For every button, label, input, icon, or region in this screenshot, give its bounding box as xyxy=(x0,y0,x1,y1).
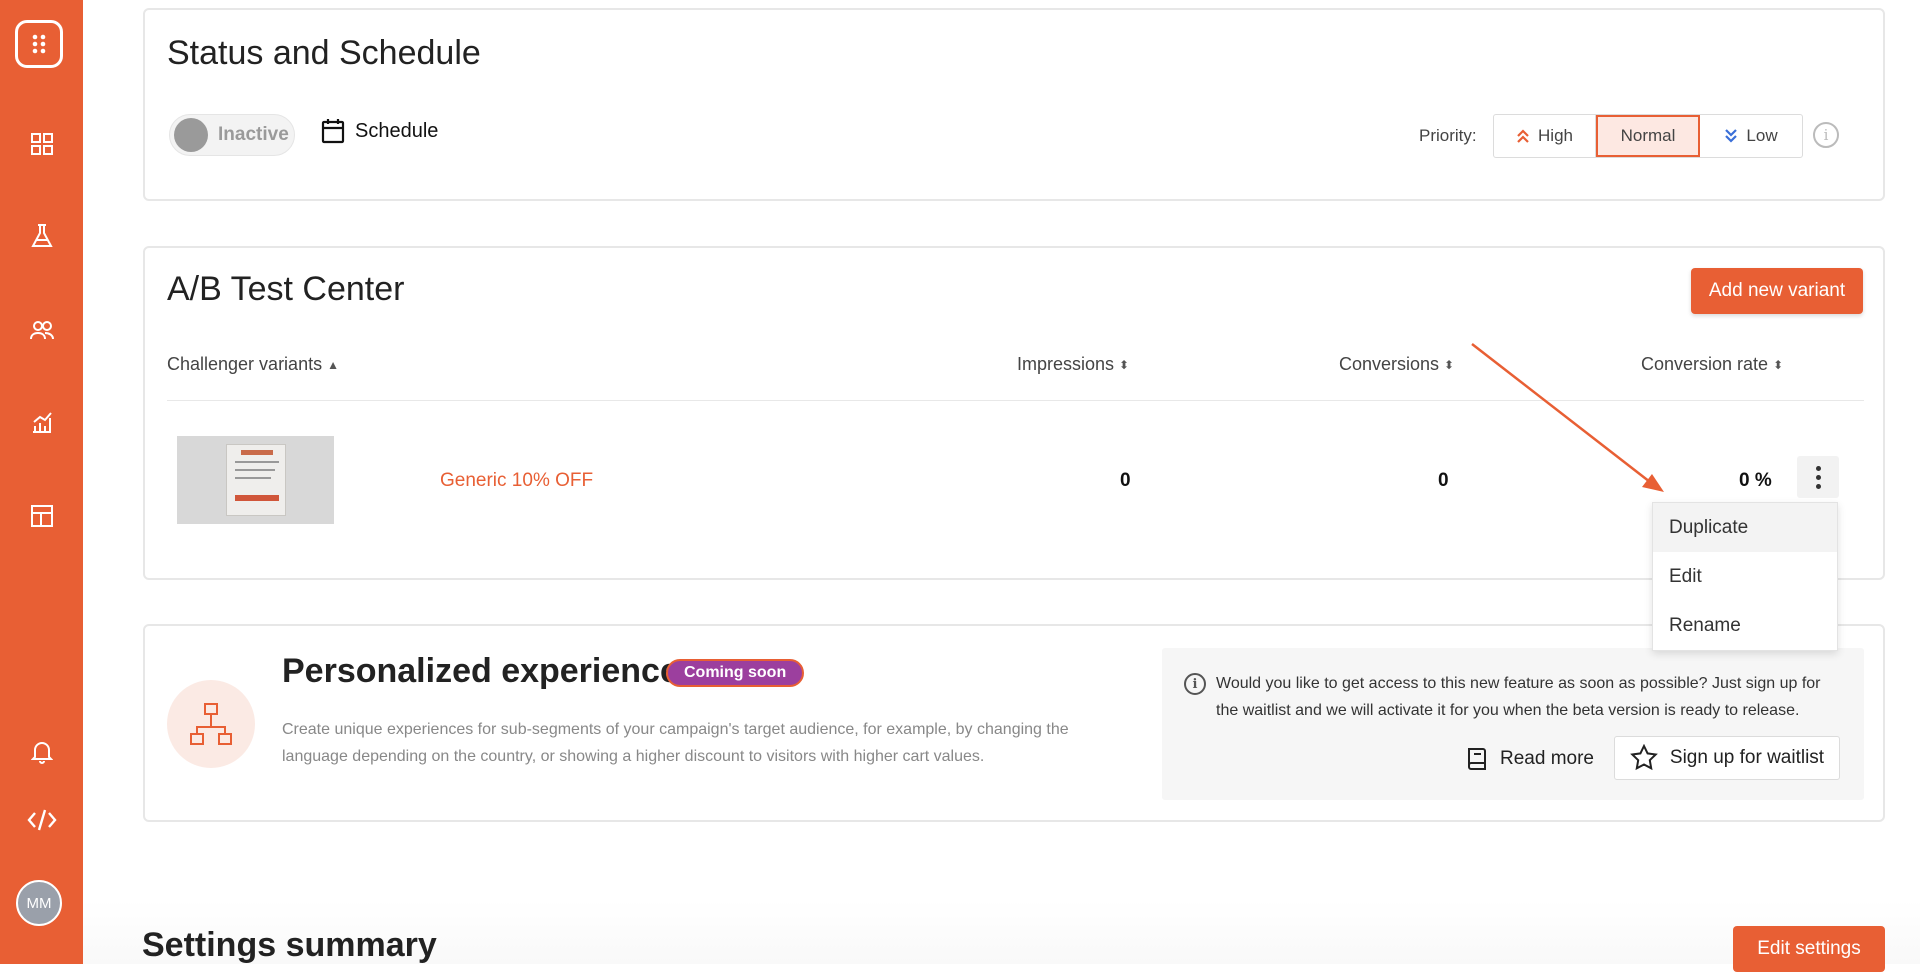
variant-options-menu: Duplicate Edit Rename xyxy=(1652,502,1838,651)
double-chevron-up-icon xyxy=(1517,129,1529,143)
conversions-value: 0 xyxy=(1438,470,1449,491)
settings-title: Settings summary xyxy=(142,926,437,964)
priority-normal-label: Normal xyxy=(1620,126,1676,145)
logo-icon[interactable] xyxy=(15,20,63,68)
analytics-icon[interactable] xyxy=(0,402,83,442)
waitlist-button[interactable]: Sign up for waitlist xyxy=(1614,736,1840,780)
personalized-title: Personalized experiences xyxy=(282,652,698,690)
waitlist-text: Would you like to get access to this new… xyxy=(1216,675,1821,719)
priority-normal-button[interactable]: Normal xyxy=(1596,115,1700,157)
column-challenger-label: Challenger variants xyxy=(167,354,323,374)
code-icon[interactable] xyxy=(0,800,83,840)
calendar-icon xyxy=(321,119,345,144)
star-icon xyxy=(1630,744,1658,771)
book-icon xyxy=(1468,748,1486,770)
add-variant-button[interactable]: Add new variant xyxy=(1691,268,1863,314)
popup-preview xyxy=(225,444,286,516)
column-impressions-label: Impressions xyxy=(1017,354,1115,374)
active-toggle[interactable]: Inactive xyxy=(169,114,295,156)
priority-low-button[interactable]: Low xyxy=(1700,115,1802,157)
ab-test-card: A/B Test Center Add new variant Challeng… xyxy=(143,246,1885,580)
waitlist-panel: i Would you like to get access to this n… xyxy=(1162,648,1864,800)
more-options-icon[interactable] xyxy=(1797,456,1839,498)
read-more-button[interactable]: Read more xyxy=(1466,738,1594,780)
priority-selector: High Normal Low xyxy=(1493,114,1803,158)
conversion-rate-value: 0 % xyxy=(1739,470,1772,491)
schedule-button[interactable]: Schedule xyxy=(321,118,438,144)
column-impressions[interactable]: Impressions ⬍ xyxy=(1017,354,1129,375)
coming-soon-badge: Coming soon xyxy=(666,659,805,687)
waitlist-label: Sign up for waitlist xyxy=(1669,747,1825,768)
sort-asc-icon: ▲ xyxy=(327,357,339,372)
personalized-description: Create unique experiences for sub-segmen… xyxy=(282,721,1069,765)
users-icon[interactable] xyxy=(0,310,83,350)
double-chevron-down-icon xyxy=(1725,129,1738,143)
sort-icon: ⬍ xyxy=(1119,357,1130,372)
flask-icon[interactable] xyxy=(0,216,83,256)
column-conversion-rate-label: Conversion rate xyxy=(1641,354,1769,374)
toggle-label: Inactive xyxy=(218,124,289,145)
dashboard-icon[interactable] xyxy=(0,124,83,164)
priority-low-label: Low xyxy=(1746,126,1778,145)
info-icon[interactable]: i xyxy=(1813,122,1839,148)
layout-icon[interactable] xyxy=(0,496,83,536)
personalized-card: Personalized experiences Coming soon Cre… xyxy=(143,624,1885,822)
info-icon: i xyxy=(1184,673,1206,695)
status-schedule-card: Status and Schedule Inactive Schedule Pr… xyxy=(143,8,1885,201)
read-more-label: Read more xyxy=(1500,748,1594,769)
priority-high-button[interactable]: High xyxy=(1494,115,1596,157)
sort-icon: ⬍ xyxy=(1773,357,1784,372)
sidebar: MM xyxy=(0,0,83,964)
menu-edit[interactable]: Edit xyxy=(1653,552,1837,601)
variant-name-link[interactable]: Generic 10% OFF xyxy=(440,470,593,492)
toggle-knob xyxy=(174,118,208,152)
table-divider xyxy=(167,400,1864,401)
menu-rename[interactable]: Rename xyxy=(1653,601,1837,650)
impressions-value: 0 xyxy=(1120,470,1131,491)
column-conversion-rate[interactable]: Conversion rate ⬍ xyxy=(1641,354,1783,375)
priority-high-label: High xyxy=(1538,126,1573,145)
schedule-label: Schedule xyxy=(355,119,439,142)
sitemap-icon xyxy=(167,680,255,768)
sort-icon: ⬍ xyxy=(1444,357,1455,372)
column-challenger[interactable]: Challenger variants ▲ xyxy=(167,354,339,375)
priority-label: Priority: xyxy=(1419,126,1477,145)
column-conversions[interactable]: Conversions ⬍ xyxy=(1339,354,1454,375)
ab-test-title: A/B Test Center xyxy=(167,270,405,308)
status-title: Status and Schedule xyxy=(167,34,481,72)
edit-settings-button[interactable]: Edit settings xyxy=(1733,926,1885,972)
column-conversions-label: Conversions xyxy=(1339,354,1440,374)
menu-duplicate[interactable]: Duplicate xyxy=(1653,503,1837,552)
avatar[interactable]: MM xyxy=(16,880,62,926)
bell-icon[interactable] xyxy=(0,732,83,772)
variant-thumbnail[interactable] xyxy=(177,436,334,524)
